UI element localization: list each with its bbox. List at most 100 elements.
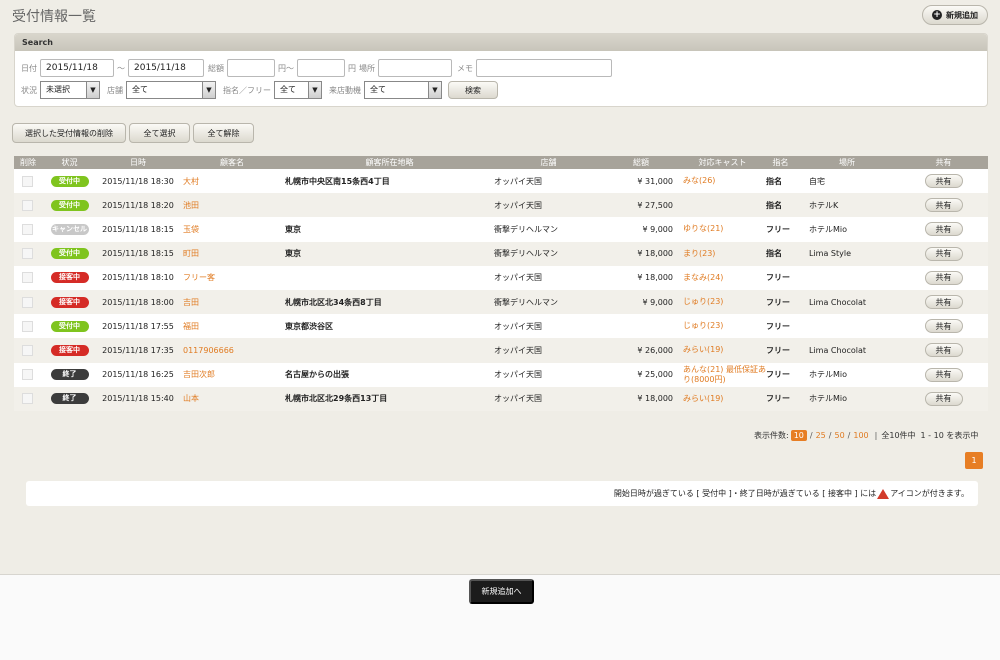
customer-link[interactable]: 町田 xyxy=(183,249,199,258)
new-entry-button[interactable]: + 新規追加 xyxy=(922,5,988,25)
range-text: 1 - 10 を表示中 xyxy=(920,431,979,440)
datetime-cell: 2015/11/18 18:15 xyxy=(97,241,179,266)
delete-checkbox[interactable] xyxy=(22,296,33,308)
address-cell xyxy=(285,193,494,218)
place-input[interactable] xyxy=(378,59,452,77)
delete-checkbox[interactable] xyxy=(22,320,33,332)
customer-link[interactable]: 池田 xyxy=(183,201,199,210)
customer-link[interactable]: 吉田次郎 xyxy=(183,370,215,379)
column-header: 総額 xyxy=(603,156,679,169)
share-button[interactable]: 共有 xyxy=(924,391,963,406)
cast-cell: まなみ(24) xyxy=(679,265,766,290)
cast-link[interactable]: じゅり(23) xyxy=(683,321,723,330)
table-row: 接客中 2015/11/18 18:00 吉田 札幌市北区北34条西8丁目 衝撃デリヘル… xyxy=(14,289,988,315)
delete-checkbox[interactable] xyxy=(22,344,33,356)
cast-link[interactable]: みな(26) xyxy=(683,176,715,185)
cast-cell xyxy=(679,193,766,218)
nomination-cell: フリー xyxy=(766,289,795,315)
share-button[interactable]: 共有 xyxy=(924,367,963,382)
delete-selected-button[interactable]: 選択した受付情報の削除 xyxy=(12,123,126,143)
share-button[interactable]: 共有 xyxy=(924,246,963,261)
total-max-input[interactable] xyxy=(297,59,345,77)
place-cell: Lima Chocolat xyxy=(795,289,899,315)
delete-checkbox[interactable] xyxy=(22,272,33,284)
cast-cell: じゅり(23) xyxy=(679,289,766,315)
delete-checkbox[interactable] xyxy=(22,393,33,405)
customer-link[interactable]: 玉袋 xyxy=(183,225,199,234)
delete-cell xyxy=(14,217,42,242)
status-select[interactable]: 未選択 ▼ xyxy=(40,81,100,99)
date-from-input[interactable]: 2015/11/18 xyxy=(40,59,114,77)
table-row: 受付中 2015/11/18 18:20 池田 オッパイ天国 ¥ 27,500 指名 ホテル… xyxy=(14,193,988,218)
status-cell: 受付中 xyxy=(42,193,97,218)
share-button[interactable]: 共有 xyxy=(924,295,963,310)
search-heading: Search xyxy=(15,34,987,51)
select-all-button[interactable]: 全て選択 xyxy=(129,123,190,143)
cast-link[interactable]: あんな(21) 最低保証あり(8000円) xyxy=(683,365,766,384)
status-badge: 受付中 xyxy=(50,199,89,211)
per-page-100[interactable]: 100 xyxy=(853,431,868,440)
cast-cell: じゅり(23) xyxy=(679,314,766,339)
datetime-cell: 2015/11/18 18:30 xyxy=(97,169,179,194)
total-min-input[interactable] xyxy=(227,59,275,77)
per-page-10[interactable]: 10 xyxy=(790,430,807,441)
cast-link[interactable]: みらい(19) xyxy=(683,345,723,354)
cast-link[interactable]: まり(23) xyxy=(683,249,715,258)
address-cell: 札幌市北区北34条西8丁目 xyxy=(285,289,494,315)
share-button[interactable]: 共有 xyxy=(924,270,963,285)
visit-select[interactable]: 全て ▼ xyxy=(364,81,442,99)
store-cell: 衝撃デリヘルマン xyxy=(494,241,603,266)
memo-input[interactable] xyxy=(476,59,612,77)
footer-new-button[interactable]: 新規追加へ xyxy=(469,579,534,604)
per-page-25[interactable]: 25 xyxy=(816,431,826,440)
table-row: キャンセル 2015/11/18 18:15 玉袋 東京 衝撃デリヘルマン ¥ 9,000… xyxy=(14,217,988,242)
total-cell: ¥ 9,000 xyxy=(603,289,679,315)
customer-cell: 大村 xyxy=(179,169,285,194)
nomination-select[interactable]: 全て ▼ xyxy=(274,81,322,99)
share-button[interactable]: 共有 xyxy=(924,174,963,189)
customer-link[interactable]: 0117906666 xyxy=(183,346,234,355)
chevron-down-icon: ▼ xyxy=(308,82,321,98)
per-page-control: 表示件数: 10 / 25 / 50 / 100 | 全10件中 1 - 10 … xyxy=(754,430,978,441)
status-badge: 終了 xyxy=(50,393,89,405)
cast-cell: みらい(19) xyxy=(679,386,766,411)
cast-cell: みな(26) xyxy=(679,169,766,194)
share-button[interactable]: 共有 xyxy=(924,343,963,358)
per-page-label: 表示件数: xyxy=(754,431,789,440)
store-select-value: 全て xyxy=(132,85,148,94)
cast-link[interactable]: みらい(19) xyxy=(683,394,723,403)
cast-link[interactable]: じゅり(23) xyxy=(683,297,723,306)
store-select[interactable]: 全て ▼ xyxy=(126,81,216,99)
cast-link[interactable]: ゆりな(21) xyxy=(683,224,723,233)
customer-link[interactable]: 山本 xyxy=(183,394,199,403)
customer-link[interactable]: 吉田 xyxy=(183,298,199,307)
customer-cell: フリー客 xyxy=(179,265,285,290)
address-cell: 札幌市中央区南15条西4丁目 xyxy=(285,169,494,194)
search-button[interactable]: 検索 xyxy=(448,81,498,99)
place-cell: 自宅 xyxy=(795,169,899,194)
cast-link[interactable]: まなみ(24) xyxy=(683,273,723,282)
customer-link[interactable]: フリー客 xyxy=(183,273,215,282)
delete-checkbox[interactable] xyxy=(22,248,33,260)
share-button[interactable]: 共有 xyxy=(924,198,963,213)
warning-icon xyxy=(877,488,890,499)
share-button[interactable]: 共有 xyxy=(924,319,963,334)
deselect-all-button[interactable]: 全て解除 xyxy=(193,123,254,143)
customer-link[interactable]: 福田 xyxy=(183,322,199,331)
per-page-50[interactable]: 50 xyxy=(834,431,844,440)
page-1-button[interactable]: 1 xyxy=(965,452,983,469)
nomination-cell: 指名 xyxy=(766,241,795,266)
delete-checkbox[interactable] xyxy=(22,175,33,187)
datetime-cell: 2015/11/18 18:20 xyxy=(97,193,179,218)
reception-table: 削除 状況 日時 顧客名 顧客所在地略 店舗 総額 対応キャスト 指名 場所 共有 受付中 2015/… xyxy=(14,156,988,411)
delete-cell xyxy=(14,362,42,387)
delete-checkbox[interactable] xyxy=(22,223,33,235)
delete-checkbox[interactable] xyxy=(22,369,33,381)
date-to-input[interactable]: 2015/11/18 xyxy=(128,59,204,77)
table-row: 受付中 2015/11/18 18:15 町田 東京 衝撃デリヘルマン ¥ 18,000 ま… xyxy=(14,241,988,266)
share-button[interactable]: 共有 xyxy=(924,222,963,237)
search-row-2: 状況 未選択 ▼ 店舗 全て ▼ 指名／フリー 全て ▼ 来店動機 全て ▼ 検… xyxy=(21,81,498,99)
delete-checkbox[interactable] xyxy=(22,199,33,211)
customer-link[interactable]: 大村 xyxy=(183,177,199,186)
nomination-cell: フリー xyxy=(766,265,795,290)
